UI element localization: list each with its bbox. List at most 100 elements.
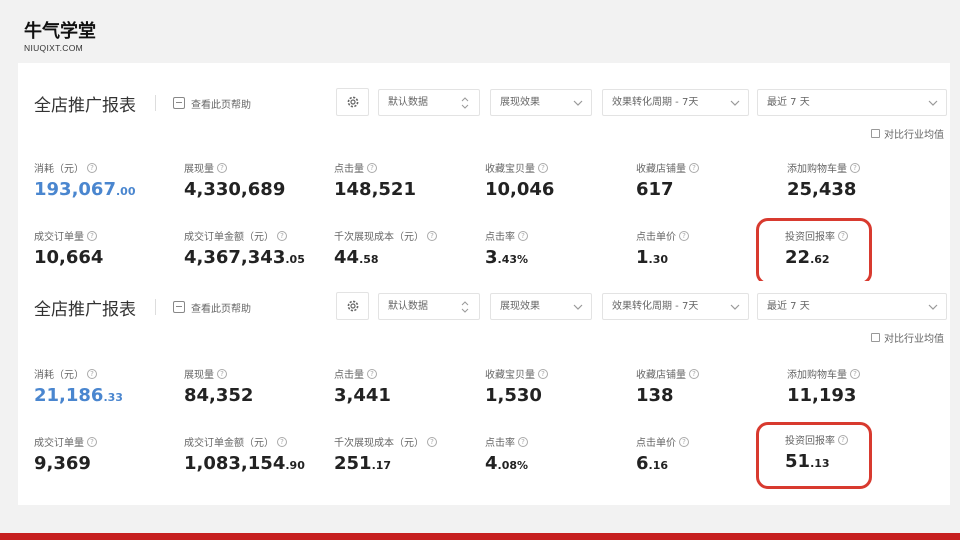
metric-value: 9,369 bbox=[34, 453, 91, 474]
effect-select[interactable]: 展现效果 bbox=[490, 293, 592, 320]
sort-updown-icon bbox=[461, 301, 469, 313]
metric-value: 44 bbox=[334, 247, 360, 268]
settings-button[interactable] bbox=[336, 88, 369, 116]
question-icon[interactable]: ? bbox=[427, 230, 437, 241]
help-link[interactable]: 查看此页帮助 bbox=[173, 299, 251, 315]
metric-value-decimal: .16 bbox=[648, 459, 669, 472]
question-icon[interactable]: ? bbox=[689, 162, 699, 173]
metric-value: 6 bbox=[636, 453, 649, 474]
metric-value: 251 bbox=[334, 453, 372, 474]
metric-label: 点击单价 bbox=[636, 438, 676, 449]
question-icon[interactable]: ? bbox=[87, 436, 97, 447]
effect-select[interactable]: 展现效果 bbox=[490, 89, 592, 116]
metric-value-decimal: .30 bbox=[648, 253, 669, 266]
metric-label: 消耗（元） bbox=[34, 370, 84, 381]
help-link-label: 查看此页帮助 bbox=[191, 99, 251, 111]
metric-value: 25,438 bbox=[787, 179, 857, 200]
metric-label: 成交订单量 bbox=[34, 438, 84, 449]
metric-label: 添加购物车量 bbox=[787, 164, 847, 175]
question-icon[interactable]: ? bbox=[679, 230, 689, 241]
question-icon[interactable]: ? bbox=[277, 230, 287, 241]
metric-value: 4 bbox=[485, 453, 498, 474]
metric-label: 收藏宝贝量 bbox=[485, 164, 535, 175]
question-icon[interactable]: ? bbox=[367, 368, 377, 379]
gear-icon bbox=[347, 300, 358, 312]
compare-industry-toggle[interactable]: 对比行业均值 bbox=[871, 126, 944, 141]
metric-value-decimal: .05 bbox=[285, 253, 305, 266]
question-icon[interactable]: ? bbox=[87, 368, 97, 379]
help-link[interactable]: 查看此页帮助 bbox=[173, 95, 251, 111]
data-type-select-value: 默认数据 bbox=[388, 301, 428, 312]
effect-select-value: 展现效果 bbox=[500, 301, 540, 312]
metric-value: 148,521 bbox=[334, 179, 416, 200]
question-icon[interactable]: ? bbox=[427, 436, 437, 447]
metric-impressions: 展现量? 4,330,689 bbox=[184, 161, 334, 203]
question-icon[interactable]: ? bbox=[850, 162, 860, 173]
metric-label: 收藏店铺量 bbox=[636, 164, 686, 175]
logo-sub-text: NIUQIXT.COM bbox=[24, 43, 84, 53]
metric-label: 添加购物车量 bbox=[787, 370, 847, 381]
metric-value: 138 bbox=[636, 385, 674, 406]
metric-ctr: 点击率? 3.43% bbox=[485, 229, 635, 271]
date-range-select-value: 最近 7 天 bbox=[767, 97, 810, 108]
checkbox-icon[interactable] bbox=[871, 128, 880, 138]
conversion-period-select[interactable]: 效果转化周期 - 7天 bbox=[602, 89, 749, 116]
roi-highlight-outline bbox=[756, 422, 872, 489]
metric-item-favorites: 收藏宝贝量? 1,530 bbox=[485, 367, 635, 409]
metric-item-favorites: 收藏宝贝量? 10,046 bbox=[485, 161, 635, 203]
title-divider bbox=[155, 95, 156, 111]
metric-value: 10,664 bbox=[34, 247, 104, 268]
settings-button[interactable] bbox=[336, 292, 369, 320]
report-toolbar: 全店推广报表 查看此页帮助 默认数据 展现效果 效果转化周期 - 7天 最近 7… bbox=[18, 267, 950, 345]
metric-ctr: 点击率? 4.08% bbox=[485, 435, 635, 477]
question-icon[interactable]: ? bbox=[87, 162, 97, 173]
metric-orders: 成交订单量? 10,664 bbox=[34, 229, 184, 271]
chevron-down-icon bbox=[573, 304, 583, 310]
data-type-select-value: 默认数据 bbox=[388, 97, 428, 108]
date-range-select[interactable]: 最近 7 天 bbox=[757, 89, 947, 116]
data-type-select[interactable]: 默认数据 bbox=[378, 89, 480, 116]
question-icon[interactable]: ? bbox=[87, 230, 97, 241]
question-icon[interactable]: ? bbox=[217, 368, 227, 379]
date-range-select[interactable]: 最近 7 天 bbox=[757, 293, 947, 320]
metric-value-decimal: .08% bbox=[497, 459, 529, 472]
metric-value: 1,530 bbox=[485, 385, 542, 406]
metric-value-decimal: .00 bbox=[115, 185, 136, 198]
report-panel-1: 全店推广报表 查看此页帮助 默认数据 展现效果 效果转化周期 - 7天 最近 7… bbox=[18, 63, 950, 285]
compare-industry-label: 对比行业均值 bbox=[884, 129, 944, 141]
question-icon[interactable]: ? bbox=[538, 162, 548, 173]
conversion-period-select[interactable]: 效果转化周期 - 7天 bbox=[602, 293, 749, 320]
metric-label: 成交订单量 bbox=[34, 232, 84, 243]
metric-value-decimal: .90 bbox=[285, 459, 305, 472]
question-icon[interactable]: ? bbox=[679, 436, 689, 447]
question-icon[interactable]: ? bbox=[518, 230, 528, 241]
chevron-down-icon bbox=[928, 100, 938, 106]
metric-value: 3,441 bbox=[334, 385, 391, 406]
compare-industry-label: 对比行业均值 bbox=[884, 333, 944, 345]
metric-cpm: 千次展现成本（元）? 44.58 bbox=[334, 229, 484, 271]
metric-order-amount: 成交订单金额（元）? 1,083,154.90 bbox=[184, 435, 334, 477]
question-icon[interactable]: ? bbox=[518, 436, 528, 447]
conversion-period-select-value: 效果转化周期 - 7天 bbox=[612, 97, 699, 108]
metric-value: 4,367,343 bbox=[184, 247, 286, 268]
question-icon[interactable]: ? bbox=[538, 368, 548, 379]
data-type-select[interactable]: 默认数据 bbox=[378, 293, 480, 320]
question-icon[interactable]: ? bbox=[217, 162, 227, 173]
question-icon[interactable]: ? bbox=[277, 436, 287, 447]
bottom-accent-bar bbox=[0, 533, 960, 540]
chevron-down-icon bbox=[928, 304, 938, 310]
metric-cpm: 千次展现成本（元）? 251.17 bbox=[334, 435, 484, 477]
effect-select-value: 展现效果 bbox=[500, 97, 540, 108]
metric-orders: 成交订单量? 9,369 bbox=[34, 435, 184, 477]
checkbox-icon[interactable] bbox=[871, 332, 880, 342]
question-icon[interactable]: ? bbox=[367, 162, 377, 173]
help-book-icon bbox=[173, 97, 185, 109]
compare-industry-toggle[interactable]: 对比行业均值 bbox=[871, 330, 944, 345]
metric-order-amount: 成交订单金额（元）? 4,367,343.05 bbox=[184, 229, 334, 271]
metric-value: 1 bbox=[636, 247, 649, 268]
metric-value-decimal: .33 bbox=[103, 391, 123, 404]
question-icon[interactable]: ? bbox=[689, 368, 699, 379]
report-panel-2: 全店推广报表 查看此页帮助 默认数据 展现效果 效果转化周期 - 7天 最近 7… bbox=[18, 281, 950, 505]
metric-label: 点击率 bbox=[485, 438, 515, 449]
question-icon[interactable]: ? bbox=[850, 368, 860, 379]
